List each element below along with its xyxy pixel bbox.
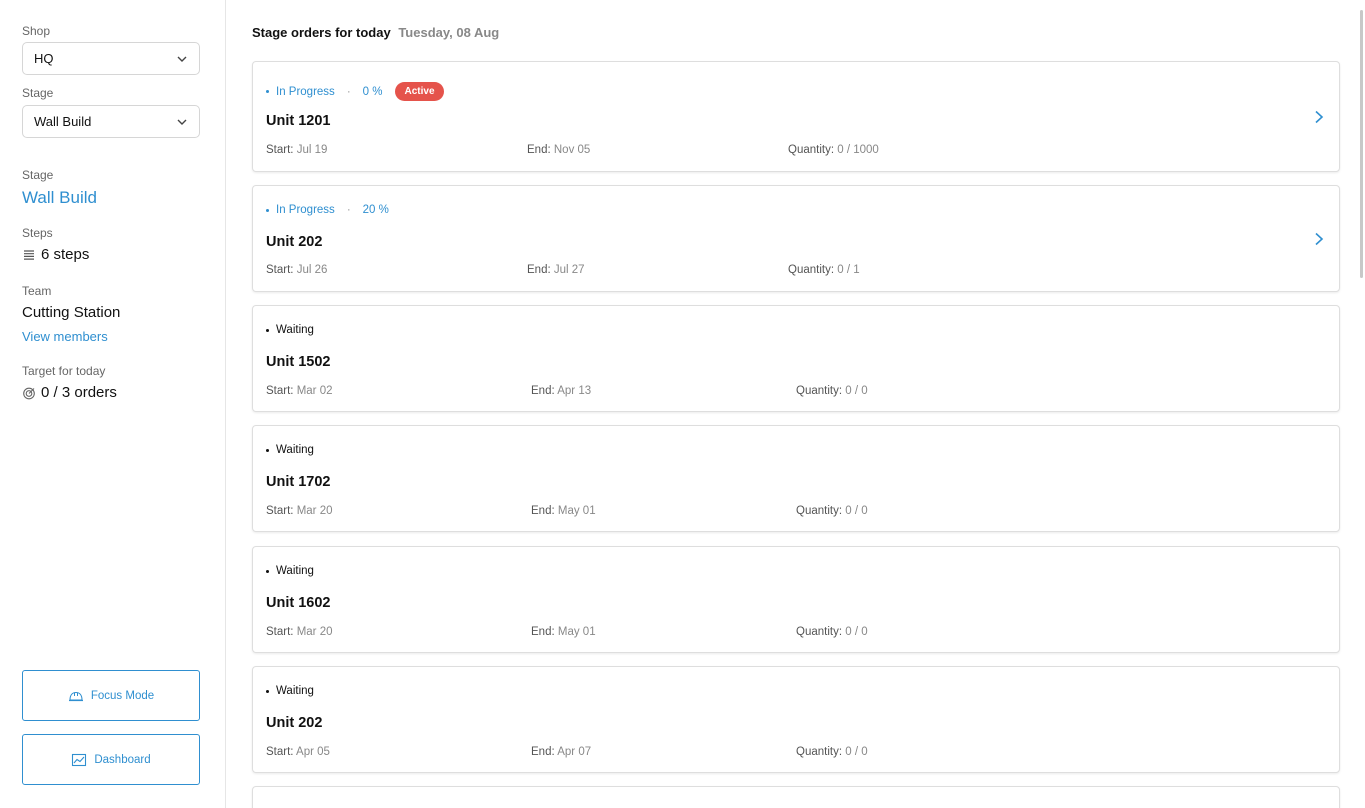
status-text: Waiting (276, 324, 314, 336)
start-date: Start: Mar 02 (266, 385, 333, 397)
end-date: End: May 01 (531, 505, 596, 517)
order-title: Unit 1702 (266, 474, 331, 490)
status-text: Waiting (276, 444, 314, 456)
order-card[interactable]: In Progress · 0 % Active Unit 1201 Start… (252, 61, 1340, 172)
list-icon (24, 249, 34, 260)
page-title: Stage orders for today (252, 25, 391, 40)
focus-mode-button[interactable]: Focus Mode (22, 670, 200, 721)
order-title: Unit 1502 (266, 354, 331, 370)
main-content: Stage orders for today Tuesday, 08 Aug I… (227, 0, 1365, 808)
sidebar: Shop HQ Stage Wall Build Stage Wall Buil… (0, 0, 226, 808)
order-title: Unit 202 (266, 234, 323, 250)
end-date: End: Jul 27 (527, 264, 585, 276)
dashboard-button[interactable]: Dashboard (22, 734, 200, 785)
dashboard-label: Dashboard (94, 753, 151, 766)
status-text: In Progress (276, 85, 335, 98)
order-card[interactable]: Waiting Unit 1502 Start: Mar 02 End: Apr… (252, 305, 1340, 412)
status-row: Waiting (266, 324, 314, 336)
stage-name: Wall Build (22, 188, 97, 207)
status-text: Waiting (276, 565, 314, 577)
quantity: Quantity: 0 / 1 (788, 264, 860, 276)
status-dot (266, 569, 269, 573)
order-card[interactable]: Waiting Unit 1702 Start: Mar 20 End: May… (252, 425, 1340, 532)
view-members-link[interactable]: View members (22, 329, 108, 344)
status-dot (266, 208, 269, 212)
quantity: Quantity: 0 / 1000 (788, 144, 879, 156)
steps-value: 6 steps (41, 246, 90, 263)
progress-text: 20 % (362, 204, 389, 216)
order-card[interactable]: Waiting Unit 202 Start: Apr 05 End: Apr … (252, 666, 1340, 773)
steps-value-row: 6 steps (22, 246, 89, 263)
shop-select-value: HQ (34, 51, 54, 66)
target-icon (23, 387, 35, 399)
page-header: Stage orders for today Tuesday, 08 Aug (252, 25, 499, 40)
end-date: End: Nov 05 (527, 144, 591, 156)
start-date: Start: Mar 20 (266, 505, 333, 517)
separator: · (346, 85, 351, 98)
start-date: Start: Jul 26 (266, 264, 328, 276)
status-dot (266, 448, 269, 452)
order-title: Unit 1201 (266, 113, 331, 129)
target-label: Target for today (22, 364, 106, 378)
focus-mode-label: Focus Mode (90, 689, 155, 702)
chart-icon (72, 753, 87, 766)
start-date: Start: Mar 20 (266, 626, 333, 638)
shop-label: Shop (22, 24, 51, 38)
status-dot (266, 689, 269, 693)
quantity: Quantity: 0 / 0 (796, 385, 868, 397)
quantity: Quantity: 0 / 0 (796, 626, 868, 638)
stage-select-value: Wall Build (34, 114, 92, 129)
team-name: Cutting Station (22, 304, 121, 321)
quantity: Quantity: 0 / 0 (796, 505, 868, 517)
status-dot (266, 90, 269, 93)
status-row: Waiting (266, 444, 314, 456)
status-row: In Progress · 0 % Active (266, 82, 444, 101)
stage-select[interactable]: Wall Build (22, 105, 200, 138)
status-dot (266, 328, 269, 332)
scrollbar[interactable] (1360, 10, 1363, 278)
status-row: Waiting (266, 565, 314, 577)
order-card[interactable]: In Progress · 20 % Unit 202 Start: Jul 2… (252, 185, 1340, 292)
end-date: End: Apr 07 (531, 746, 592, 758)
page-date: Tuesday, 08 Aug (398, 25, 500, 40)
stage-select-label: Stage (22, 86, 54, 100)
chevron-down-icon (177, 119, 187, 125)
order-card[interactable] (252, 786, 1340, 808)
order-card[interactable]: Waiting Unit 1602 Start: Mar 20 End: May… (252, 546, 1340, 653)
stage-info-label: Stage (22, 168, 54, 182)
separator: · (346, 204, 351, 216)
end-date: End: Apr 13 (531, 385, 592, 397)
start-date: Start: Apr 05 (266, 746, 330, 758)
status-text: In Progress (276, 204, 335, 216)
target-value: 0 / 3 orders (41, 384, 117, 401)
chevron-right-icon[interactable] (1313, 232, 1325, 246)
steps-label: Steps (22, 226, 53, 240)
chevron-right-icon[interactable] (1313, 110, 1325, 124)
hard-hat-icon (68, 691, 83, 701)
start-date: Start: Jul 19 (266, 144, 328, 156)
progress-text: 0 % (362, 85, 383, 98)
end-date: End: May 01 (531, 626, 596, 638)
chevron-down-icon (177, 56, 187, 62)
target-value-row: 0 / 3 orders (22, 384, 117, 401)
active-badge: Active (395, 82, 444, 101)
order-title: Unit 1602 (266, 595, 331, 611)
status-row: Waiting (266, 685, 314, 697)
order-title: Unit 202 (266, 715, 323, 731)
shop-select[interactable]: HQ (22, 42, 200, 75)
status-row: In Progress · 20 % (266, 204, 389, 216)
quantity: Quantity: 0 / 0 (796, 746, 868, 758)
team-label: Team (22, 284, 52, 298)
status-text: Waiting (276, 685, 314, 697)
